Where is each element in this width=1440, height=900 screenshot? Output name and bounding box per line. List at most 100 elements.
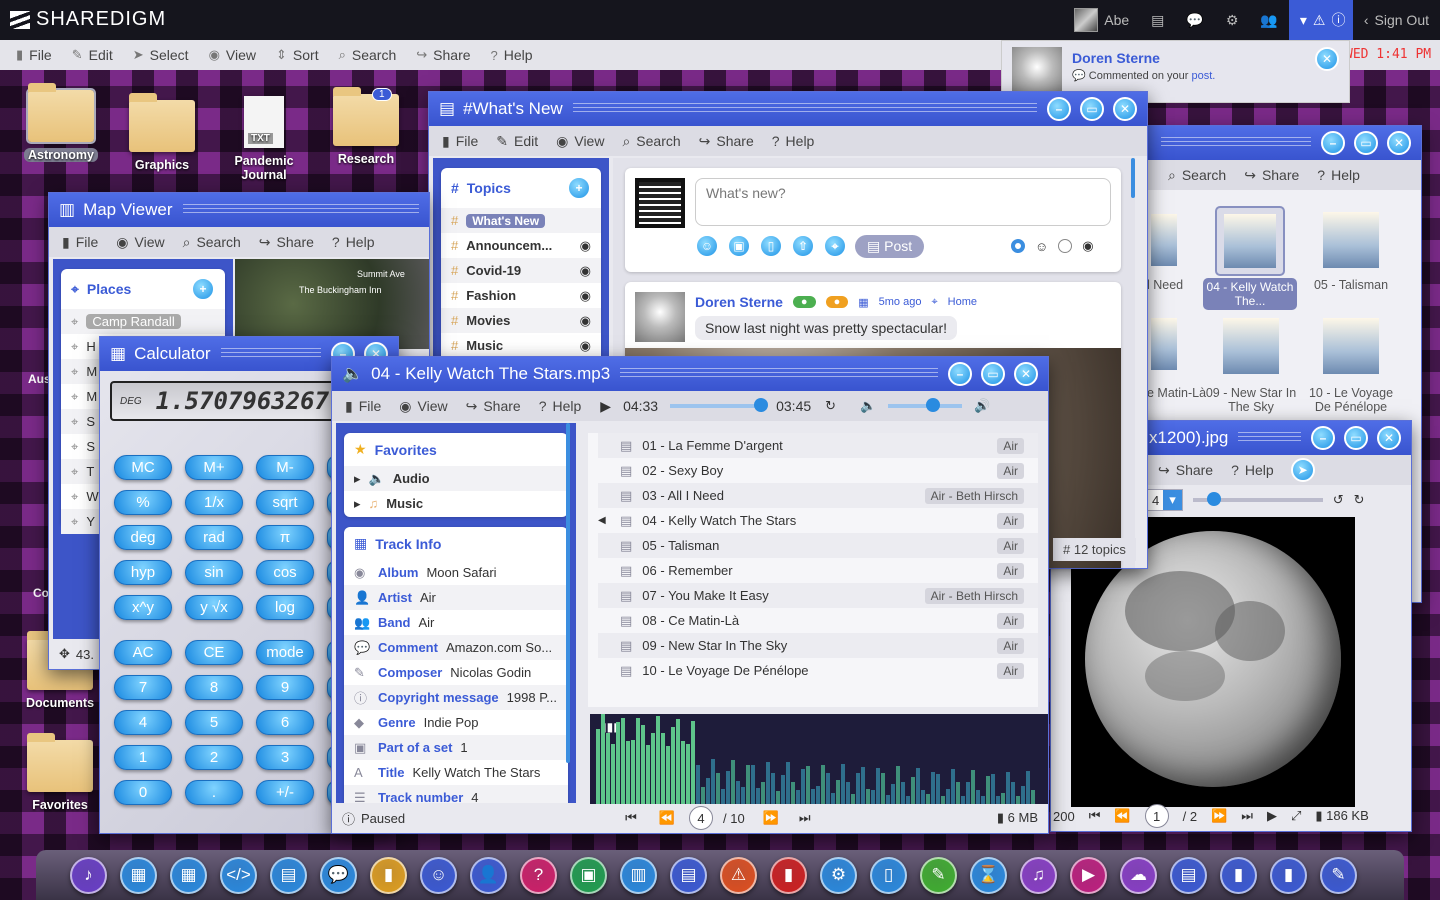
dock-map-icon[interactable]: ▥ (620, 856, 657, 894)
notification-link[interactable]: post. (1192, 70, 1216, 82)
dock-help-icon[interactable]: ? (520, 856, 557, 894)
post-author[interactable]: Doren Sterne (695, 294, 783, 310)
desktop-icon-pandemic-journal[interactable]: TXT Pandemic Journal (219, 96, 309, 182)
desktop-icon-graphics[interactable]: Graphics (117, 93, 207, 172)
track-row[interactable]: ▤ 09 - New Star In The Sky Air (598, 633, 1038, 658)
topic-item[interactable]: # Music ◉ (441, 333, 601, 358)
menu-help[interactable]: ? Help (481, 47, 543, 63)
first-track-icon[interactable]: ⏮ (625, 810, 637, 826)
topic-item[interactable]: # Announcem... ◉ (441, 233, 601, 258)
settings-gear-icon[interactable]: ⚙ (1215, 0, 1250, 40)
zoom-slider-thumb[interactable] (1206, 492, 1221, 506)
dock-pdf-icon[interactable]: ▮ (770, 856, 807, 894)
prev-page-icon[interactable]: ⏪ (1114, 808, 1130, 824)
page-input[interactable]: 1 (1144, 804, 1169, 828)
calc-key[interactable]: 0 (114, 780, 172, 805)
dock-folder-icon[interactable]: ▮ (1270, 856, 1307, 894)
whats-new-titlebar[interactable]: ▤ #What's New – ▭ ✕ (429, 92, 1147, 126)
topic-item-selected[interactable]: # What's New (441, 208, 601, 233)
music-folder-titlebar[interactable]: – ▭ ✕ (1141, 126, 1421, 160)
rotate-right-icon[interactable]: ↻ (1354, 492, 1365, 508)
calc-key[interactable]: 1 (114, 745, 172, 770)
dock-calendar-icon[interactable]: ▦ (170, 856, 207, 894)
menu-search[interactable]: ⌕ Search (174, 234, 250, 251)
menu-help[interactable]: ? Help (1308, 167, 1369, 183)
dock-document-icon[interactable]: ▯ (870, 856, 907, 894)
calc-key[interactable]: % (114, 490, 172, 515)
move-icon[interactable]: ✥ (59, 646, 70, 662)
menu-file[interactable]: ▮ File (6, 47, 62, 63)
track-row[interactable]: ▤ 10 - Le Voyage De Pénélope Air (598, 658, 1038, 683)
dock-code-icon[interactable]: </> (220, 856, 257, 894)
maximize-button[interactable]: ▭ (1354, 131, 1378, 155)
calc-key[interactable]: M+ (185, 455, 243, 480)
album-art-icon[interactable] (1323, 212, 1379, 268)
topic-item[interactable]: # Movies ◉ (441, 308, 601, 333)
desktop-icon-favorites[interactable]: Favorites (15, 733, 105, 812)
topic-item[interactable]: # Covid-19 ◉ (441, 258, 601, 283)
dock-folder-icon[interactable]: ▮ (1220, 856, 1257, 894)
calc-key[interactable]: log (256, 595, 314, 620)
dock-audio-icon[interactable]: ♪ (70, 856, 107, 894)
menu-share[interactable]: ↪ Share (1235, 167, 1308, 184)
document-icon[interactable]: ▯ (759, 234, 783, 258)
calc-key[interactable]: M- (256, 455, 314, 480)
post-location[interactable]: Home (948, 296, 977, 308)
dock-chat-icon[interactable]: 💬 (320, 856, 357, 894)
dock-brush-icon[interactable]: ✎ (1320, 856, 1357, 894)
add-topic-button[interactable]: + (567, 176, 591, 200)
calc-key[interactable]: . (185, 780, 243, 805)
calc-key[interactable]: 2 (185, 745, 243, 770)
alerts-button[interactable]: ▾ ⚠ ⓘ (1288, 0, 1353, 40)
menu-share[interactable]: ↪ Share (406, 47, 480, 63)
desktop-icon-astronomy[interactable]: Astronomy (16, 83, 106, 162)
sign-out-button[interactable]: ‹ Sign Out (1353, 0, 1440, 40)
dock-contacts-icon[interactable]: ▤ (270, 856, 307, 894)
album-art-icon[interactable] (1151, 318, 1177, 370)
menu-file[interactable]: ▮ File (433, 133, 487, 150)
calc-key[interactable]: 4 (114, 710, 172, 735)
volume-high-icon[interactable]: 🔊 (974, 398, 990, 414)
calc-key[interactable]: 3 (256, 745, 314, 770)
menu-view[interactable]: ◉ View (199, 47, 266, 63)
sidebar-scrollbar[interactable] (566, 423, 570, 763)
menu-file[interactable]: ▮ File (336, 398, 390, 415)
notification-close-button[interactable]: ✕ (1315, 47, 1339, 71)
minimize-button[interactable]: – (1321, 131, 1345, 155)
calc-key[interactable]: AC (114, 640, 172, 665)
radio-friends-selected[interactable] (1011, 239, 1025, 253)
file-item-selected[interactable] (1215, 206, 1285, 276)
maximize-button[interactable]: ▭ (1344, 426, 1368, 450)
calc-key[interactable]: y √x (185, 595, 243, 620)
menu-share[interactable]: ↪ Share (1149, 462, 1222, 479)
last-page-icon[interactable]: ⏭ (1241, 808, 1253, 824)
menu-share[interactable]: ↪ Share (690, 133, 763, 150)
track-row[interactable]: ▤ 05 - Talisman Air (598, 533, 1038, 558)
track-row[interactable]: ▤ 01 - La Femme D'argent Air (598, 433, 1038, 458)
dock-doc-blue-icon[interactable]: ▤ (1170, 856, 1207, 894)
dock-news-icon[interactable]: ▤ (670, 856, 707, 894)
radio-public[interactable] (1058, 239, 1073, 253)
album-art-icon[interactable] (1151, 214, 1177, 266)
track-row[interactable]: ▤ 06 - Remember Air (598, 558, 1038, 583)
brand-logo[interactable]: SHAREDIGM (10, 8, 166, 31)
calc-key[interactable]: mode (256, 640, 314, 665)
calc-key[interactable]: x^y (114, 595, 172, 620)
menu-share[interactable]: ↪ Share (250, 234, 323, 251)
menu-select[interactable]: ➤ Select (123, 47, 199, 63)
favorite-item-audio[interactable]: ▸ 🔈 Audio (344, 466, 568, 491)
calc-key[interactable]: 9 (256, 675, 314, 700)
calc-key[interactable]: 7 (114, 675, 172, 700)
dock-user-icon[interactable]: 👤 (470, 856, 507, 894)
calc-key[interactable]: 5 (185, 710, 243, 735)
zoom-select[interactable]: 4 ▾ (1147, 489, 1183, 511)
dock-photos-icon[interactable]: ▣ (570, 856, 607, 894)
notification-name[interactable]: Doren Sterne (1072, 50, 1160, 66)
menu-help[interactable]: ? Help (1222, 462, 1283, 478)
menu-view[interactable]: ◉ View (107, 234, 173, 251)
close-button[interactable]: ✕ (1387, 131, 1411, 155)
favorite-item-music[interactable]: ▸ ♫ Music (344, 491, 568, 516)
calc-key[interactable]: cos (256, 560, 314, 585)
calc-key[interactable]: CE (185, 640, 243, 665)
seek-slider[interactable] (670, 398, 769, 412)
